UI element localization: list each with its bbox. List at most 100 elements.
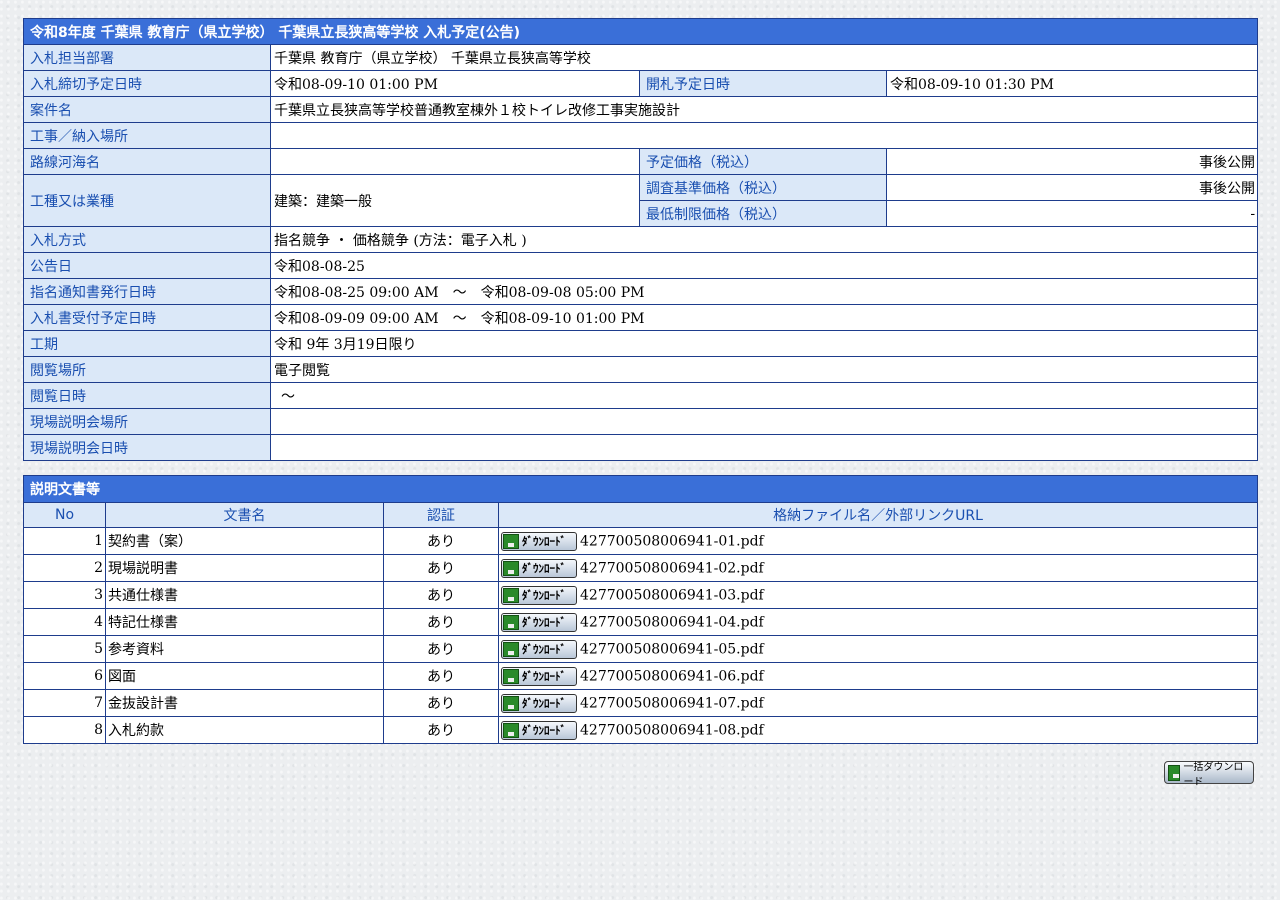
doc-no: 2 (23, 554, 106, 582)
doc-name: 共通仕様書 (105, 581, 384, 609)
download-button[interactable]: ﾀﾞｳﾝﾛｰﾄﾞ (501, 720, 577, 740)
table-row: 4 特記仕様書 あり ﾀﾞｳﾝﾛｰﾄﾞ 427700508006941-04.pdf (23, 608, 1258, 636)
doc-file-cell: ﾀﾞｳﾝﾛｰﾄﾞ 427700508006941-05.pdf (498, 635, 1258, 663)
table-row: 2 現場説明書 あり ﾀﾞｳﾝﾛｰﾄﾞ 427700508006941-02.pdf (23, 554, 1258, 582)
doc-auth: あり (383, 635, 499, 663)
doc-auth: あり (383, 689, 499, 717)
row-method: 入札方式 指名競争 ・ 価格競争 (方法：電子入札 ) (23, 226, 1259, 253)
doc-name: 特記仕様書 (105, 608, 384, 636)
doc-auth: あり (383, 527, 499, 555)
deadline-label: 入札締切予定日時 (23, 70, 271, 97)
doc-file-name: 427700508006941-02.pdf (580, 560, 764, 576)
method-value: 指名競争 ・ 価格競争 (方法：電子入札 ) (269, 226, 1259, 253)
doc-auth: あり (383, 662, 499, 690)
download-button[interactable]: ﾀﾞｳﾝﾛｰﾄﾞ (501, 639, 577, 659)
bulk-download-label: 一括ダウンロード (1183, 761, 1244, 788)
row-dept: 入札担当部署 千葉県 教育庁（県立学校） 千葉県立長狭高等学校 (23, 44, 1259, 71)
viewplace-value: 電子閲覧 (269, 356, 1259, 383)
min-price-label: 最低制限価格（税込） (639, 200, 887, 227)
col-auth: 認証 (383, 502, 499, 528)
notice-label: 公告日 (23, 252, 271, 279)
doc-no: 4 (23, 608, 106, 636)
open-label: 開札予定日時 (639, 70, 887, 97)
row-route: 路線河海名 予定価格（税込） 事後公開 (23, 148, 1259, 175)
viewdate-label: 閲覧日時 (23, 382, 271, 409)
download-button[interactable]: ﾀﾞｳﾝﾛｰﾄﾞ (501, 666, 577, 686)
row-viewdate: 閲覧日時 ～ (23, 382, 1259, 409)
viewplace-label: 閲覧場所 (23, 356, 271, 383)
download-button[interactable]: ﾀﾞｳﾝﾛｰﾄﾞ (501, 585, 577, 605)
download-button-label: ﾀﾞｳﾝﾛｰﾄﾞ (522, 562, 566, 575)
download-icon (503, 695, 519, 711)
table-row: 1 契約書（案） あり ﾀﾞｳﾝﾛｰﾄﾞ 427700508006941-01.pdf (23, 527, 1258, 555)
nomination-label: 指名通知書発行日時 (23, 278, 271, 305)
table-row: 8 入札約款 あり ﾀﾞｳﾝﾛｰﾄﾞ 427700508006941-08.pdf (23, 716, 1258, 744)
site-date-value (269, 434, 1259, 461)
worktype-value: 建築：建築一般 (270, 174, 640, 227)
documents-table: 説明文書等 No 文書名 認証 格納ファイル名／外部リンクURL 1 契約書（案）… (23, 475, 1258, 744)
download-button[interactable]: ﾀﾞｳﾝﾛｰﾄﾞ (501, 612, 577, 632)
row-case: 案件名 千葉県立長狭高等学校普通教室棟外１校トイレ改修工事実施設計 (23, 96, 1259, 123)
download-icon (503, 533, 519, 549)
nomination-value: 令和08-08-25 09:00 AM ～ 令和08-09-08 05:00 P… (269, 278, 1259, 305)
doc-file-cell: ﾀﾞｳﾝﾛｰﾄﾞ 427700508006941-08.pdf (498, 716, 1258, 744)
min-price-value: - (885, 200, 1259, 227)
download-button-label: ﾀﾞｳﾝﾛｰﾄﾞ (522, 643, 566, 656)
doc-file-name: 427700508006941-01.pdf (580, 533, 764, 549)
site-place-label: 現場説明会場所 (23, 408, 271, 435)
download-button-label: ﾀﾞｳﾝﾛｰﾄﾞ (522, 616, 566, 629)
documents-header-row: 説明文書等 (23, 475, 1258, 503)
doc-name: 図面 (105, 662, 384, 690)
doc-no: 5 (23, 635, 106, 663)
row-period: 工期 令和 9年 3月19日限り (23, 330, 1259, 357)
place-value (269, 122, 1259, 149)
download-button-label: ﾀﾞｳﾝﾛｰﾄﾞ (522, 670, 566, 683)
survey-price-label: 調査基準価格（税込） (639, 174, 887, 201)
table-row: 7 金抜設計書 あり ﾀﾞｳﾝﾛｰﾄﾞ 427700508006941-07.pdf (23, 689, 1258, 717)
row-viewplace: 閲覧場所 電子閲覧 (23, 356, 1259, 383)
row-site-place: 現場説明会場所 (23, 408, 1259, 435)
dept-value: 千葉県 教育庁（県立学校） 千葉県立長狭高等学校 (269, 44, 1259, 71)
table-row: 6 図面 あり ﾀﾞｳﾝﾛｰﾄﾞ 427700508006941-06.pdf (23, 662, 1258, 690)
doc-name: 契約書（案） (105, 527, 384, 555)
site-date-label: 現場説明会日時 (23, 434, 271, 461)
bulk-download-button[interactable]: 一括ダウンロード (1164, 761, 1254, 788)
doc-file-name: 427700508006941-08.pdf (580, 722, 764, 738)
row-site-date: 現場説明会日時 (23, 434, 1259, 461)
table-row: 5 参考資料 あり ﾀﾞｳﾝﾛｰﾄﾞ 427700508006941-05.pdf (23, 635, 1258, 663)
viewdate-value: ～ (269, 382, 1259, 409)
worktype-label: 工種又は業種 (23, 174, 271, 227)
download-icon (1168, 764, 1181, 781)
receipt-value: 令和08-09-09 09:00 AM ～ 令和08-09-10 01:00 P… (269, 304, 1259, 331)
download-icon (503, 614, 519, 630)
page-title: 令和8年度 千葉県 教育庁（県立学校） 千葉県立長狭高等学校 入札予定(公告) (22, 18, 1259, 45)
doc-file-cell: ﾀﾞｳﾝﾛｰﾄﾞ 427700508006941-03.pdf (498, 581, 1258, 609)
open-value: 令和08-09-10 01:30 PM (885, 70, 1259, 97)
doc-auth: あり (383, 581, 499, 609)
download-icon (503, 668, 519, 684)
row-notice: 公告日 令和08-08-25 (23, 252, 1259, 279)
row-place: 工事／納入場所 (23, 122, 1259, 149)
row-receipt: 入札書受付予定日時 令和08-09-09 09:00 AM ～ 令和08-09-… (23, 304, 1259, 331)
receipt-label: 入札書受付予定日時 (23, 304, 271, 331)
download-icon (503, 587, 519, 603)
download-button-label: ﾀﾞｳﾝﾛｰﾄﾞ (522, 724, 566, 737)
download-button-label: ﾀﾞｳﾝﾛｰﾄﾞ (522, 535, 566, 548)
doc-name: 金抜設計書 (105, 689, 384, 717)
download-button-label: ﾀﾞｳﾝﾛｰﾄﾞ (522, 589, 566, 602)
place-label: 工事／納入場所 (23, 122, 271, 149)
row-deadline: 入札締切予定日時 令和08-09-10 01:00 PM 開札予定日時 令和08… (23, 70, 1259, 97)
doc-no: 1 (23, 527, 106, 555)
download-button[interactable]: ﾀﾞｳﾝﾛｰﾄﾞ (501, 531, 577, 551)
download-button[interactable]: ﾀﾞｳﾝﾛｰﾄﾞ (501, 558, 577, 578)
doc-no: 3 (23, 581, 106, 609)
download-icon (503, 641, 519, 657)
doc-file-cell: ﾀﾞｳﾝﾛｰﾄﾞ 427700508006941-07.pdf (498, 689, 1258, 717)
doc-auth: あり (383, 554, 499, 582)
bid-info-header-row: 令和8年度 千葉県 教育庁（県立学校） 千葉県立長狭高等学校 入札予定(公告) (22, 18, 1259, 45)
download-button[interactable]: ﾀﾞｳﾝﾛｰﾄﾞ (501, 693, 577, 713)
notice-value: 令和08-08-25 (269, 252, 1259, 279)
period-value: 令和 9年 3月19日限り (269, 330, 1259, 357)
download-icon (503, 722, 519, 738)
doc-name: 入札約款 (105, 716, 384, 744)
